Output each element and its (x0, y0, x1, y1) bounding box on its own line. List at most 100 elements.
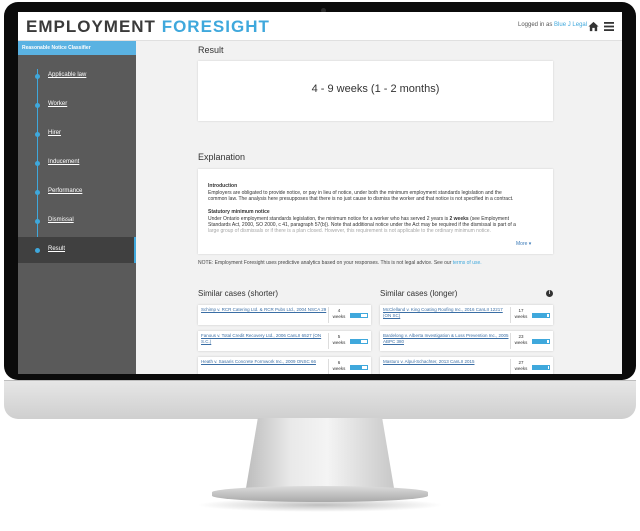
result-value: 4 - 9 weeks (1 - 2 months) (311, 83, 440, 95)
case-name-link[interactable]: Schimp v. RCR Catering Ltd. & RCR Pubs L… (201, 307, 327, 313)
info-icon[interactable]: i (546, 290, 553, 297)
step-dot (35, 248, 40, 253)
sidebar-item-label: Result (48, 246, 66, 252)
monitor-stand-neck (246, 418, 394, 488)
more-link[interactable]: More ▾ (516, 241, 531, 247)
sidebar-item-hirer[interactable]: Hirer (18, 121, 136, 147)
notice-bar-fill (533, 340, 548, 343)
case-card[interactable]: Masturo v. Alpul-Schachter, 2013 CanLII … (380, 357, 553, 374)
notice-bar-fill (533, 366, 549, 369)
notice-bar-fill (351, 314, 361, 317)
step-dot (35, 190, 40, 195)
divider (328, 333, 329, 349)
similar-shorter-heading: Similar cases (shorter) (198, 289, 279, 298)
sidebar-item-label: Inducement (48, 159, 80, 165)
weeks-unit: weeks (514, 314, 528, 319)
weeks-value: 5 (337, 334, 341, 339)
result-card: 4 - 9 weeks (1 - 2 months) (198, 61, 553, 121)
sidebar-item-result[interactable]: Result (18, 237, 136, 263)
weeks-unit: weeks (514, 340, 528, 345)
case-weeks: 6 weeks (331, 360, 347, 372)
main-content: Result 4 - 9 weeks (1 - 2 months) Explan… (136, 41, 622, 374)
sidebar-item-dismissal[interactable]: Dismissal (18, 208, 136, 234)
similar-longer-heading: Similar cases (longer) (380, 289, 458, 298)
result-heading: Result (198, 45, 224, 55)
sidebar-item-label: Worker (48, 101, 68, 107)
notice-bar (532, 313, 550, 318)
divider (510, 307, 511, 323)
weeks-unit: weeks (332, 366, 346, 371)
case-weeks: 23 weeks (513, 334, 529, 346)
statutory-title: Statutory minimum notice (208, 209, 270, 215)
sidebar-item-label: Performance (48, 188, 83, 194)
top-bar: EMPLOYMENT FORESIGHT Logged in as Blue J… (18, 12, 622, 41)
statutory-line: large group of dismissals or if there is… (208, 228, 491, 234)
monitor-stand-foot (212, 486, 428, 502)
case-card[interactable]: Schimp v. RCR Catering Ltd. & RCR Pubs L… (198, 305, 371, 325)
terms-link[interactable]: terms of use. (453, 260, 482, 266)
step-dot (35, 161, 40, 166)
notice-bar-fill (533, 314, 547, 317)
case-card[interactable]: Bardelong v. Alberta Investigation & Los… (380, 331, 553, 351)
case-name-link[interactable]: Fanous v. Total Credit Recovery Ltd., 20… (201, 333, 327, 345)
sidebar-item-performance[interactable]: Performance (18, 179, 136, 205)
case-name-link[interactable]: Masturo v. Alpul-Schachter, 2013 CanLII … (383, 359, 509, 365)
notice-bar (350, 339, 368, 344)
sidebar-item-worker[interactable]: Worker (18, 92, 136, 118)
notice-bar (532, 339, 550, 344)
weeks-value: 4 (337, 308, 341, 313)
notice-bar-fill (351, 366, 363, 369)
intro-line: common law. The analysis here presuppose… (208, 196, 514, 202)
explanation-card: Introduction Employers are obligated to … (198, 169, 553, 254)
app-screen: EMPLOYMENT FORESIGHT Logged in as Blue J… (18, 12, 622, 374)
sidebar-item-label: Hirer (48, 130, 61, 136)
home-icon[interactable] (588, 21, 599, 32)
divider (510, 359, 511, 374)
case-weeks: 27 weeks (513, 360, 529, 372)
notice-bar (350, 313, 368, 318)
note-text: NOTE: Employment Foresight uses predicti… (198, 260, 452, 266)
sidebar-title: Reasonable Notice Classifier (18, 41, 136, 55)
case-card[interactable]: McClelland v. King Coating Roofing Inc.,… (380, 305, 553, 325)
sidebar-item-inducement[interactable]: Inducement (18, 150, 136, 176)
login-status: Logged in as Blue J Legal (518, 22, 587, 28)
login-user-link[interactable]: Blue J Legal (554, 22, 587, 28)
divider (328, 359, 329, 374)
case-name-link[interactable]: Heath v. Sasaris Concrete Formwork Inc.,… (201, 359, 327, 365)
step-dot (35, 74, 40, 79)
brand-part2: FORESIGHT (161, 17, 270, 36)
notice-bar (532, 365, 550, 370)
intro-title: Introduction (208, 183, 238, 189)
case-card[interactable]: Heath v. Sasaris Concrete Formwork Inc.,… (198, 357, 371, 374)
explanation-heading: Explanation (198, 152, 246, 162)
monitor-chin (4, 380, 636, 419)
weeks-value: 27 (518, 360, 524, 365)
case-weeks: 5 weeks (331, 334, 347, 346)
weeks-unit: weeks (332, 340, 346, 345)
step-dot (35, 103, 40, 108)
step-dot (35, 219, 40, 224)
weeks-unit: weeks (514, 366, 528, 371)
brand-logo[interactable]: EMPLOYMENT FORESIGHT (26, 17, 270, 37)
menu-icon[interactable] (604, 22, 614, 31)
notice-bar (350, 365, 368, 370)
weeks-value: 23 (518, 334, 524, 339)
case-card[interactable]: Fanous v. Total Credit Recovery Ltd., 20… (198, 331, 371, 351)
weeks-unit: weeks (332, 314, 346, 319)
sidebar-item-label: Dismissal (48, 217, 74, 223)
sidebar-item-label: Applicable law (48, 72, 87, 78)
case-weeks: 17 weeks (513, 308, 529, 320)
brand-part1: EMPLOYMENT (26, 17, 156, 36)
disclaimer-note: NOTE: Employment Foresight uses predicti… (198, 260, 482, 266)
notice-bar-fill (351, 340, 362, 343)
step-dot (35, 132, 40, 137)
weeks-value: 6 (337, 360, 341, 365)
sidebar: Reasonable Notice Classifier Applicable … (18, 41, 136, 374)
case-name-link[interactable]: Bardelong v. Alberta Investigation & Los… (383, 333, 509, 345)
case-weeks: 4 weeks (331, 308, 347, 320)
divider (510, 333, 511, 349)
login-prefix: Logged in as (518, 22, 553, 28)
sidebar-item-applicable-law[interactable]: Applicable law (18, 63, 136, 89)
case-name-link[interactable]: McClelland v. King Coating Roofing Inc.,… (383, 307, 509, 319)
divider (328, 307, 329, 323)
